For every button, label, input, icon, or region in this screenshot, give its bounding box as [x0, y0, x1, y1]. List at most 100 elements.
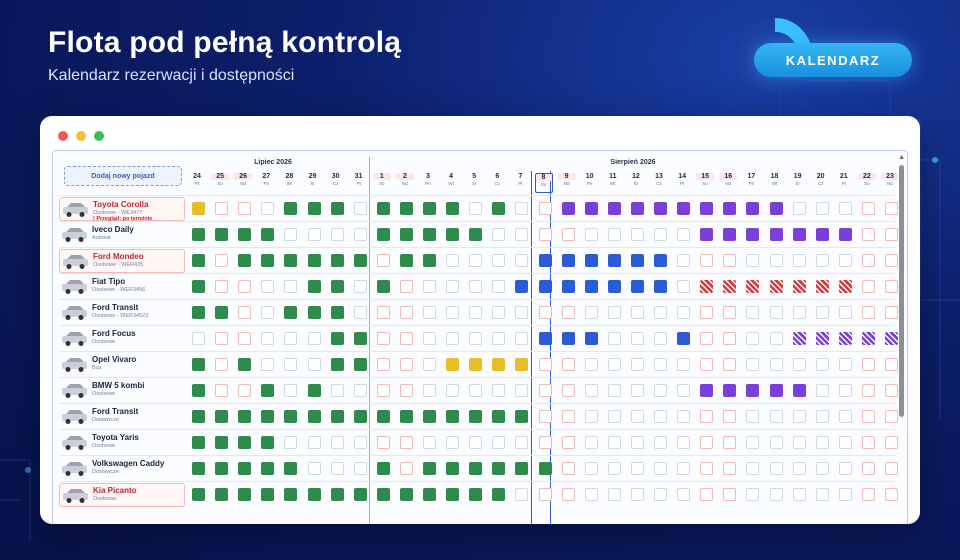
empty-cell[interactable]	[769, 410, 783, 423]
vehicle-card[interactable]: Iveco Daily Autokat	[59, 223, 185, 247]
booking-cell[interactable]	[469, 462, 483, 475]
empty-cell[interactable]	[561, 358, 575, 371]
empty-cell[interactable]	[723, 254, 737, 267]
empty-cell[interactable]	[446, 384, 460, 397]
booking-cell[interactable]	[238, 436, 252, 449]
empty-cell[interactable]	[192, 332, 205, 345]
booking-cell[interactable]	[700, 202, 714, 215]
booking-cell[interactable]	[607, 254, 621, 267]
empty-cell[interactable]	[399, 332, 413, 345]
empty-cell[interactable]	[861, 462, 875, 475]
empty-cell[interactable]	[861, 358, 875, 371]
empty-cell[interactable]	[561, 488, 575, 501]
booking-cell[interactable]	[261, 228, 275, 241]
booking-cell[interactable]	[376, 202, 390, 215]
empty-cell[interactable]	[284, 332, 298, 345]
empty-cell[interactable]	[769, 306, 783, 319]
empty-cell[interactable]	[538, 410, 552, 423]
empty-cell[interactable]	[261, 202, 275, 215]
booking-cell[interactable]	[192, 280, 205, 293]
empty-cell[interactable]	[769, 462, 783, 475]
booking-cell[interactable]	[584, 280, 598, 293]
booking-cell[interactable]	[284, 202, 298, 215]
booking-cell[interactable]	[307, 488, 321, 501]
empty-cell[interactable]	[723, 306, 737, 319]
empty-cell[interactable]	[561, 462, 575, 475]
booking-cell[interactable]	[238, 358, 252, 371]
empty-cell[interactable]	[353, 202, 367, 215]
empty-cell[interactable]	[238, 332, 252, 345]
booking-cell[interactable]	[330, 306, 344, 319]
empty-cell[interactable]	[700, 254, 714, 267]
vehicle-card[interactable]: Ford Transit Osobowe - WER34523	[59, 301, 185, 325]
booking-cell[interactable]	[423, 462, 436, 475]
booking-cell[interactable]	[723, 280, 737, 293]
booking-cell[interactable]	[192, 358, 205, 371]
empty-cell[interactable]	[700, 332, 714, 345]
empty-cell[interactable]	[630, 332, 644, 345]
booking-cell[interactable]	[215, 228, 229, 241]
vehicle-card[interactable]: BMW 5 kombi Osobowe	[59, 379, 185, 403]
empty-cell[interactable]	[861, 488, 875, 501]
empty-cell[interactable]	[492, 384, 506, 397]
empty-cell[interactable]	[538, 384, 552, 397]
booking-cell[interactable]	[885, 332, 898, 345]
booking-cell[interactable]	[654, 280, 667, 293]
empty-cell[interactable]	[353, 436, 367, 449]
empty-cell[interactable]	[861, 228, 875, 241]
booking-cell[interactable]	[307, 384, 321, 397]
empty-cell[interactable]	[630, 306, 644, 319]
empty-cell[interactable]	[330, 384, 344, 397]
empty-cell[interactable]	[353, 462, 367, 475]
booking-cell[interactable]	[376, 488, 390, 501]
empty-cell[interactable]	[584, 384, 598, 397]
booking-cell[interactable]	[515, 280, 529, 293]
booking-cell[interactable]	[538, 280, 552, 293]
empty-cell[interactable]	[885, 254, 898, 267]
empty-cell[interactable]	[607, 306, 621, 319]
empty-cell[interactable]	[446, 436, 460, 449]
booking-cell[interactable]	[515, 462, 529, 475]
empty-cell[interactable]	[769, 358, 783, 371]
empty-cell[interactable]	[284, 384, 298, 397]
vehicle-card[interactable]: Ford Focus Osobowe	[59, 327, 185, 351]
booking-cell[interactable]	[261, 462, 275, 475]
booking-cell[interactable]	[330, 280, 344, 293]
empty-cell[interactable]	[630, 384, 644, 397]
empty-cell[interactable]	[838, 254, 852, 267]
empty-cell[interactable]	[885, 436, 898, 449]
booking-cell[interactable]	[746, 384, 760, 397]
empty-cell[interactable]	[469, 202, 483, 215]
empty-cell[interactable]	[399, 306, 413, 319]
empty-cell[interactable]	[399, 358, 413, 371]
empty-cell[interactable]	[677, 384, 691, 397]
empty-cell[interactable]	[607, 332, 621, 345]
booking-cell[interactable]	[238, 462, 252, 475]
add-vehicle-button[interactable]: Dodaj nowy pojazd	[64, 166, 182, 186]
empty-cell[interactable]	[792, 254, 806, 267]
vehicle-card[interactable]: Volkswagen Caddy Dostawcze	[59, 457, 185, 481]
empty-cell[interactable]	[238, 202, 252, 215]
empty-cell[interactable]	[423, 436, 436, 449]
booking-cell[interactable]	[284, 410, 298, 423]
booking-cell[interactable]	[238, 488, 252, 501]
booking-cell[interactable]	[399, 202, 413, 215]
booking-cell[interactable]	[446, 488, 460, 501]
empty-cell[interactable]	[353, 306, 367, 319]
booking-cell[interactable]	[538, 254, 552, 267]
booking-cell[interactable]	[423, 228, 436, 241]
empty-cell[interactable]	[654, 462, 667, 475]
empty-cell[interactable]	[238, 306, 252, 319]
vehicle-card[interactable]: Opel Vivaro Bus	[59, 353, 185, 377]
empty-cell[interactable]	[561, 228, 575, 241]
empty-cell[interactable]	[469, 254, 483, 267]
empty-cell[interactable]	[769, 332, 783, 345]
empty-cell[interactable]	[376, 332, 390, 345]
empty-cell[interactable]	[261, 358, 275, 371]
empty-cell[interactable]	[654, 228, 667, 241]
empty-cell[interactable]	[538, 358, 552, 371]
empty-cell[interactable]	[838, 358, 852, 371]
empty-cell[interactable]	[677, 436, 691, 449]
booking-cell[interactable]	[399, 228, 413, 241]
empty-cell[interactable]	[492, 254, 506, 267]
